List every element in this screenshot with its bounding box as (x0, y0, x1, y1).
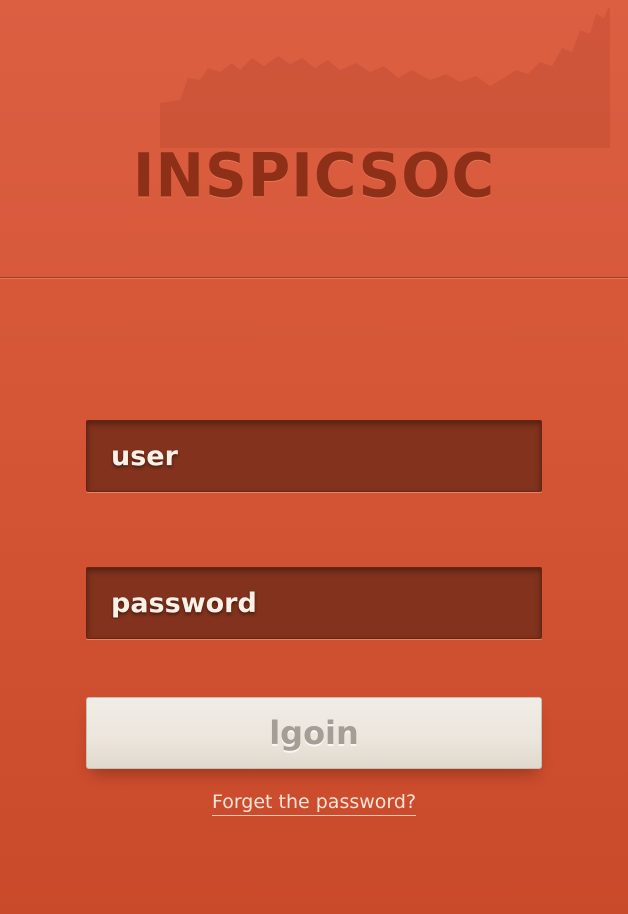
header-divider (0, 277, 628, 278)
forgot-password-container: Forget the password? (0, 791, 628, 816)
skyline-icon (160, 8, 610, 148)
login-button[interactable]: lgoin (86, 697, 542, 769)
app-logo: INSPICSOC (132, 140, 496, 212)
username-input[interactable] (86, 420, 542, 492)
forgot-password-link[interactable]: Forget the password? (211, 791, 417, 816)
login-screen: INSPICSOC lgoin Forget the password? (0, 0, 628, 914)
password-input[interactable] (86, 567, 542, 639)
header-area: INSPICSOC (0, 0, 628, 278)
